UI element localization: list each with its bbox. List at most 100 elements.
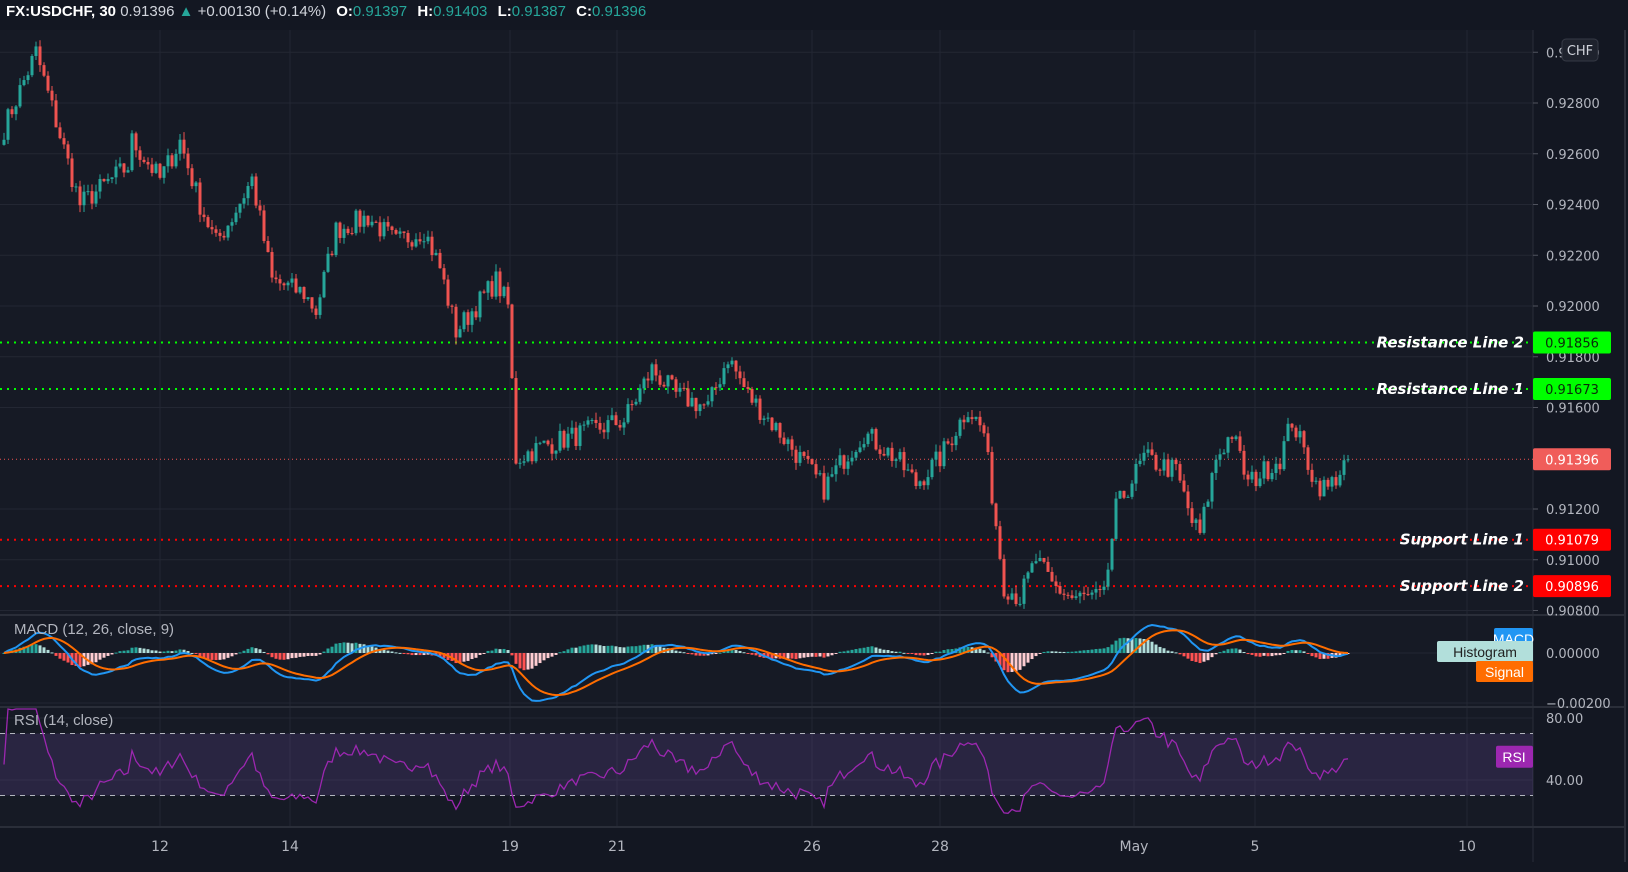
candle-body	[78, 186, 82, 206]
macd-histogram-bar	[110, 653, 114, 655]
price-tick-label: 0.92400	[1546, 199, 1600, 214]
candle-body	[142, 159, 146, 162]
macd-histogram-bar	[1190, 653, 1194, 661]
candle-body	[438, 252, 442, 269]
macd-histogram-bar	[982, 650, 986, 653]
candle-body	[622, 422, 626, 428]
candle-body	[834, 465, 838, 475]
candle-body	[698, 404, 702, 412]
candle-body	[1006, 596, 1010, 600]
candle-body	[702, 404, 706, 406]
high-label: H:	[417, 3, 434, 20]
candle-body	[634, 401, 638, 405]
candle-body	[342, 228, 346, 238]
candle-body	[594, 419, 598, 424]
candle-body	[358, 210, 362, 227]
candle-body	[762, 418, 766, 420]
macd-histogram-bar	[806, 653, 810, 658]
candle-body	[718, 384, 722, 388]
candle-body	[1310, 469, 1314, 482]
candle-body	[1098, 589, 1102, 591]
candle-body	[782, 437, 786, 444]
macd-histogram-bar	[162, 651, 166, 653]
candle-body	[742, 378, 746, 388]
macd-histogram-bar	[802, 653, 806, 658]
macd-histogram-bar	[1230, 648, 1234, 653]
macd-histogram-bar	[194, 653, 198, 654]
candle-body	[682, 387, 686, 389]
macd-histogram-bar	[582, 645, 586, 653]
candle-body	[494, 271, 498, 297]
macd-histogram-bar	[254, 648, 258, 653]
time-tick-label: 5	[1251, 839, 1260, 855]
candle-body	[330, 253, 334, 255]
macd-histogram-bar	[674, 650, 678, 653]
candle-body	[18, 85, 22, 107]
candle-body	[230, 222, 234, 226]
candle-body	[562, 430, 566, 448]
candle-body	[882, 453, 886, 456]
candle-body	[1130, 483, 1134, 497]
candle-body	[354, 210, 358, 234]
currency-badge[interactable]: CHF	[1561, 38, 1599, 62]
price-tick-label: 0.92200	[1546, 249, 1600, 264]
price-chart[interactable]: Resistance Line 2 Resistance Line 1 Suppor…	[0, 0, 1628, 872]
macd-histogram-bar	[910, 653, 914, 655]
candle-body	[502, 286, 506, 297]
candle-body	[46, 75, 50, 91]
rsi-legend[interactable]: RSI (14, close)	[14, 712, 113, 729]
symbol-title[interactable]: FX:USDCHF, 30	[6, 3, 116, 20]
macd-histogram-bar	[306, 653, 310, 657]
candle-body	[582, 424, 586, 426]
macd-histogram-bar	[1294, 650, 1298, 653]
macd-histogram-bar	[934, 651, 938, 653]
price-tick-label: 0.92800	[1546, 97, 1600, 112]
macd-histogram-bar	[1042, 651, 1046, 653]
candle-body	[110, 177, 114, 180]
macd-histogram-bar	[62, 653, 66, 661]
macd-histogram-bar	[826, 653, 830, 657]
macd-histogram-bar	[814, 653, 818, 657]
candle-body	[218, 232, 222, 236]
macd-histogram-bar	[1226, 649, 1230, 653]
candle-body	[286, 282, 290, 286]
candle-body	[906, 469, 910, 471]
macd-histogram-bar	[118, 651, 122, 653]
candle-body	[198, 182, 202, 215]
candle-body	[1326, 479, 1330, 487]
macd-histogram-bar	[1106, 647, 1110, 653]
macd-histogram-bar	[466, 653, 470, 661]
macd-histogram-bar	[946, 649, 950, 653]
macd-histogram-bar	[102, 653, 106, 658]
candle-body	[874, 429, 878, 450]
candle-body	[158, 163, 162, 178]
candle-body	[62, 138, 66, 145]
candle-body	[266, 240, 270, 253]
candle-body	[270, 252, 274, 278]
candle-body	[474, 311, 478, 318]
macd-histogram-bar	[842, 651, 846, 653]
macd-histogram-bar	[634, 646, 638, 653]
macd-legend[interactable]: MACD (12, 26, close, 9)	[14, 621, 174, 638]
macd-histogram-bar	[978, 648, 982, 653]
candle-body	[1122, 490, 1126, 498]
macd-histogram-bar	[810, 653, 814, 657]
candle-body	[1018, 603, 1022, 605]
macd-histogram-bar	[154, 650, 158, 653]
macd-histogram-bar	[1074, 651, 1078, 653]
candle-body	[1142, 452, 1146, 461]
currency-badge-text: CHF	[1567, 44, 1593, 59]
candle-body	[690, 397, 694, 407]
macd-histogram-bar	[1270, 653, 1274, 657]
candle-body	[1194, 519, 1198, 523]
candle-body	[574, 427, 578, 446]
candle-body	[370, 221, 374, 226]
candle-body	[478, 291, 482, 318]
candle-body	[254, 176, 258, 206]
macd-histogram-bar	[346, 642, 350, 653]
macd-histogram-bar	[890, 651, 894, 653]
candle-body	[814, 464, 818, 475]
candle-body	[1266, 461, 1270, 480]
candle-body	[166, 155, 170, 167]
rsi-tick-label: 40.00	[1546, 774, 1583, 789]
